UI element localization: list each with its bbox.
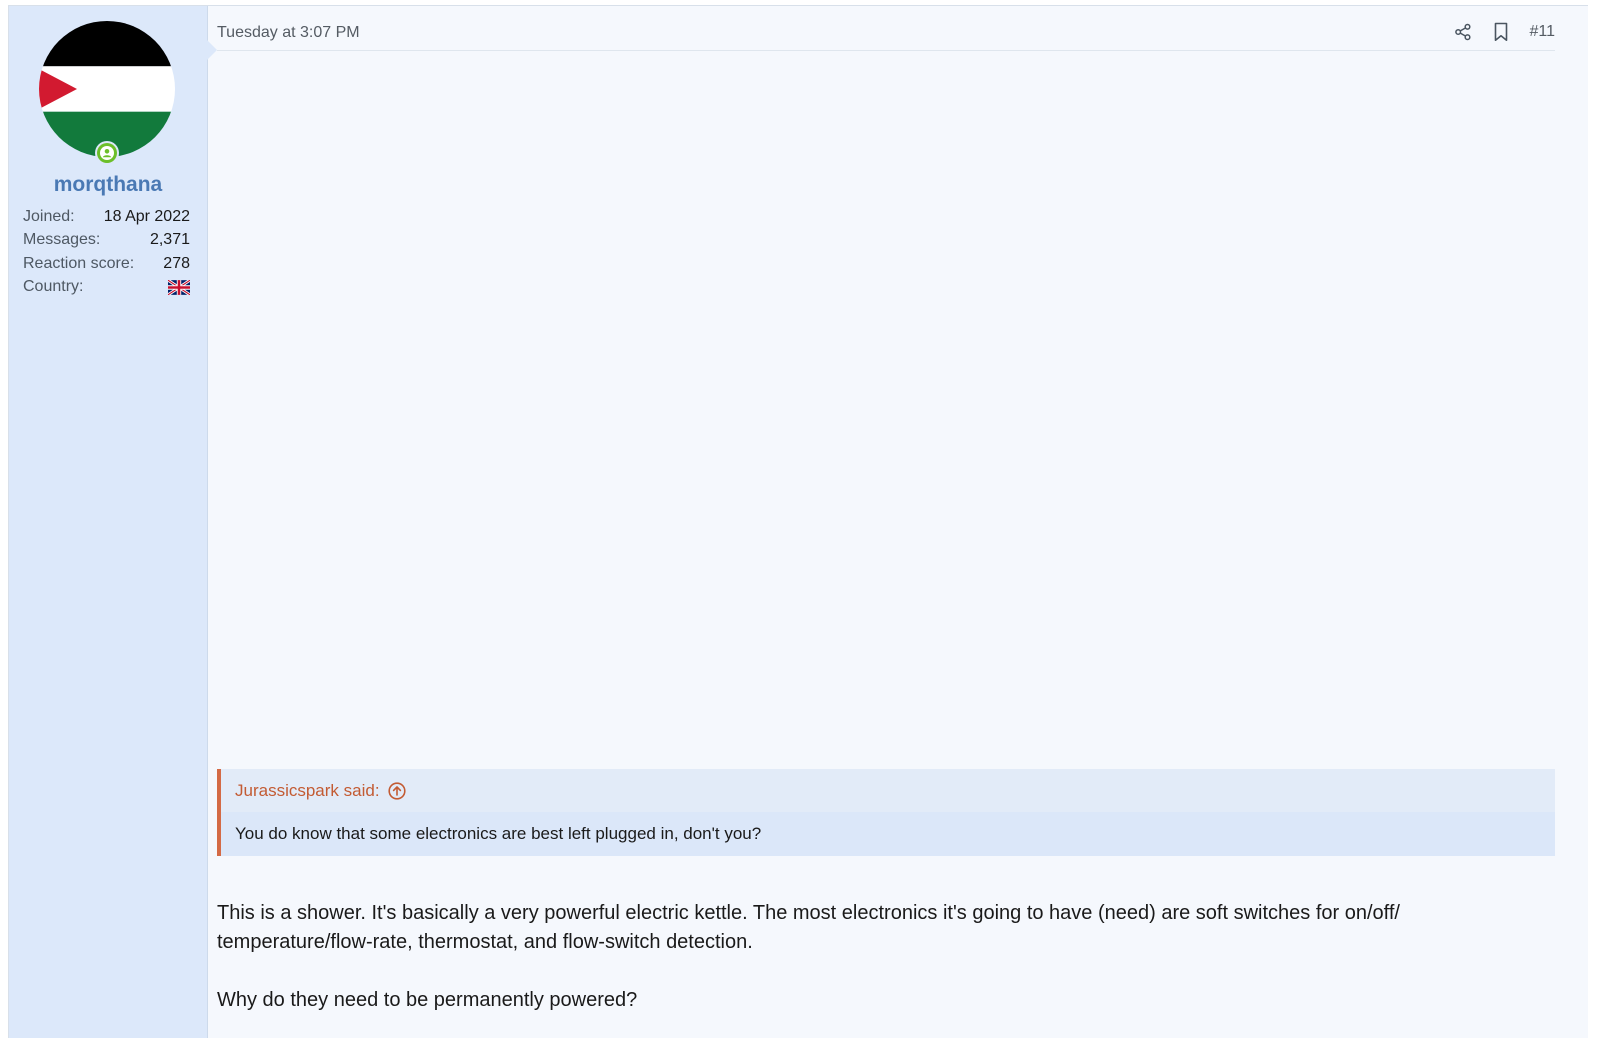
quote-content: You do know that some electronics are be… xyxy=(221,812,1555,856)
post-author-cell: morqthana Joined: 18 Apr 2022 Messages: … xyxy=(9,6,208,1038)
message-paragraph: Why do they need to be permanently power… xyxy=(217,989,638,1011)
user-stats: Joined: 18 Apr 2022 Messages: 2,371 Reac… xyxy=(23,205,190,299)
quote-text: You do know that some electronics are be… xyxy=(235,824,762,843)
uk-flag-icon xyxy=(168,279,190,295)
quote-author[interactable]: Jurassicspark said: xyxy=(235,781,380,801)
stat-country: Country: xyxy=(23,276,190,300)
avatar[interactable] xyxy=(39,21,175,165)
post-main-cell: Tuesday at 3:07 PM #11 Jurassicspark sai… xyxy=(217,6,1555,1038)
stat-label: Joined: xyxy=(23,207,75,225)
user-cell-arrow xyxy=(207,40,217,60)
palestine-flag-avatar xyxy=(39,21,175,157)
stat-label: Country: xyxy=(23,278,84,296)
stat-reaction-score: Reaction score: 278 xyxy=(23,252,190,276)
stat-label: Reaction score: xyxy=(23,254,135,272)
message-paragraph: This is a shower. It's basically a very … xyxy=(217,902,1400,953)
post-date-link[interactable]: Tuesday at 3:07 PM xyxy=(217,24,360,42)
username-link[interactable]: morqthana xyxy=(9,173,207,197)
arrow-up-circle-icon[interactable] xyxy=(387,782,406,800)
post-number-link[interactable]: #11 xyxy=(1529,23,1555,41)
online-user-icon xyxy=(97,143,117,163)
stat-joined: Joined: 18 Apr 2022 xyxy=(23,205,190,229)
stat-messages: Messages: 2,371 xyxy=(23,229,190,253)
stat-label: Messages: xyxy=(23,231,101,249)
stat-value: 18 Apr 2022 xyxy=(103,207,190,225)
message-body: This is a shower. It's basically a very … xyxy=(217,899,1527,1015)
page: morqthana Joined: 18 Apr 2022 Messages: … xyxy=(0,0,1600,1038)
bookmark-icon[interactable] xyxy=(1491,22,1511,42)
post-header-actions: #11 xyxy=(1453,22,1555,42)
stat-value: 278 xyxy=(163,254,190,272)
quote-attribution[interactable]: Jurassicspark said: xyxy=(235,781,406,801)
stat-value: 2,371 xyxy=(149,231,190,249)
forum-post: morqthana Joined: 18 Apr 2022 Messages: … xyxy=(8,5,1588,1038)
share-icon[interactable] xyxy=(1453,22,1473,42)
online-status-badge xyxy=(95,141,119,165)
quote-block: Jurassicspark said: You do know that som… xyxy=(217,769,1555,856)
post-header: Tuesday at 3:07 PM #11 xyxy=(217,20,1555,51)
